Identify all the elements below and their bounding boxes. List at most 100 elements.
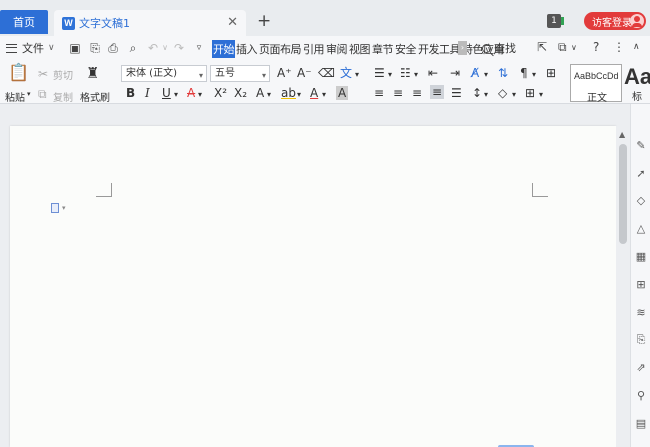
font-family-select[interactable]: 宋体 (正文) ▾ [121, 65, 207, 82]
tab-references[interactable]: 引用 [302, 40, 325, 58]
chevron-down-icon[interactable]: ▾ [267, 88, 271, 102]
scrollbar-thumb[interactable] [619, 144, 627, 244]
chevron-down-icon[interactable]: ▾ [355, 68, 359, 82]
bold-icon[interactable]: B [126, 86, 135, 100]
chevron-down-icon[interactable]: ▾ [414, 68, 418, 82]
paste-icon[interactable]: 📋 [8, 65, 29, 82]
close-icon[interactable]: ✕ [227, 15, 238, 30]
clear-format-icon[interactable]: ⌫ [318, 66, 335, 80]
login-button[interactable]: 访客登录 [584, 12, 646, 30]
numbering-icon[interactable]: ☷ [400, 66, 411, 80]
increase-font-icon[interactable]: A⁺ [277, 66, 292, 80]
file-menu[interactable]: 文件 ∨ [6, 40, 55, 56]
scroll-up-icon[interactable]: ▲ [619, 130, 625, 139]
chevron-down-icon[interactable]: ▾ [62, 204, 66, 212]
cut-icon[interactable]: ✂ [38, 67, 48, 81]
borders-icon[interactable]: ⊞ [525, 86, 535, 100]
cut-label[interactable]: 剪切 [53, 67, 73, 82]
subscript-icon[interactable]: X₂ [234, 86, 247, 100]
tab-page-layout[interactable]: 页面布局 [258, 40, 302, 58]
sort-icon[interactable]: ⇅ [498, 66, 508, 80]
style-heading[interactable]: Aa 标 [624, 64, 650, 103]
decrease-indent-icon[interactable]: ⇤ [428, 66, 438, 80]
paste-dropdown-icon[interactable]: ▾ [27, 90, 31, 98]
char-shading-icon[interactable]: A [336, 86, 349, 100]
hierarchy-icon[interactable]: ⚲ [635, 390, 647, 402]
align-center-icon[interactable]: ≡ [393, 86, 403, 100]
bullets-icon[interactable]: ☰ [374, 66, 385, 80]
pinyin-guide-icon[interactable]: 文 [340, 66, 352, 80]
search-button[interactable]: 查找 [482, 40, 516, 56]
chinese-layout-icon[interactable]: A̸ [471, 66, 479, 80]
font-size-select[interactable]: 五号 ▾ [210, 65, 270, 82]
style-icon[interactable]: △ [635, 223, 647, 235]
document-icon[interactable]: ⎘ [635, 334, 647, 346]
chevron-down-icon[interactable]: ▾ [388, 68, 392, 82]
paragraph-layout-icon[interactable] [51, 203, 59, 213]
chevron-down-icon[interactable]: ▾ [484, 68, 488, 82]
distributed-icon[interactable]: ☰ [451, 86, 462, 100]
copy-label[interactable]: 复制 [53, 89, 73, 104]
text-effects-icon[interactable]: A [256, 86, 264, 100]
tab-section[interactable]: 章节 [371, 40, 394, 58]
tab-developer[interactable]: 开发工具 [417, 40, 461, 58]
chevron-down-icon[interactable]: ▾ [297, 88, 301, 102]
chevron-down-icon[interactable]: ▾ [174, 88, 178, 102]
tab-home-ribbon[interactable]: 开始 [212, 40, 235, 58]
document-page[interactable]: ▾ [10, 126, 616, 447]
italic-icon[interactable]: I [145, 86, 150, 100]
format-painter-label[interactable]: 格式刷 [80, 89, 110, 104]
paragraph-icon[interactable]: ¶ [520, 66, 528, 80]
paste-label[interactable]: 粘贴 [5, 89, 25, 104]
strikethrough-icon[interactable]: A [187, 86, 195, 100]
underline-icon[interactable]: U [162, 86, 171, 100]
tab-review[interactable]: 审阅 [325, 40, 348, 58]
shapes-icon[interactable]: ◇ [635, 195, 647, 207]
style-normal[interactable]: AaBbCcDd 正文 [570, 64, 622, 104]
superscript-icon[interactable]: X² [214, 86, 227, 100]
undo-dropdown-icon[interactable]: ∨ [158, 41, 172, 55]
chevron-down-icon[interactable]: ∨ [571, 43, 577, 52]
help-icon[interactable]: ? [593, 40, 599, 54]
vertical-scrollbar[interactable]: ▲ [616, 126, 630, 447]
highlight-icon[interactable]: ab [281, 86, 296, 100]
select-icon[interactable]: ➚ [635, 168, 647, 180]
adjust-icon[interactable]: ≋ [635, 307, 647, 319]
tab-security[interactable]: 安全 [394, 40, 417, 58]
customize-toolbar-icon[interactable]: ▿ [192, 41, 206, 55]
apps-grid-icon[interactable]: ⊞ [635, 279, 647, 291]
print-icon[interactable]: ⎙ [106, 41, 120, 55]
chevron-down-icon[interactable]: ▾ [198, 88, 202, 102]
print-preview-icon[interactable]: ⌕ [126, 41, 140, 55]
tab-home[interactable]: 首页 [0, 10, 48, 34]
tab-document[interactable]: W 文字文稿1 ✕ [54, 10, 246, 36]
format-painter-icon[interactable]: ♜ [86, 66, 99, 81]
export-pdf-icon[interactable]: ⎘ [88, 41, 102, 55]
chevron-down-icon[interactable]: ▾ [322, 88, 326, 102]
increase-indent-icon[interactable]: ⇥ [450, 66, 460, 80]
chevron-down-icon[interactable]: ▾ [484, 88, 488, 102]
more-options-icon[interactable]: ⋮ [613, 40, 625, 54]
chevron-down-icon[interactable]: ▾ [539, 88, 543, 102]
window-count-badge[interactable]: 1 [547, 14, 564, 28]
tab-insert[interactable]: 插入 [235, 40, 258, 58]
copy-icon[interactable]: ⧉ [38, 87, 47, 101]
archive-icon[interactable]: ▤ [635, 418, 647, 430]
share-icon[interactable]: ⇗ [635, 362, 647, 374]
save-icon[interactable]: ▣ [68, 41, 82, 55]
shading-icon[interactable]: ◇ [498, 86, 507, 100]
chevron-down-icon[interactable]: ▾ [512, 88, 516, 102]
line-spacing-icon[interactable]: ↕ [472, 86, 482, 100]
new-tab-button[interactable]: + [257, 12, 271, 30]
more-tabs-icon[interactable]: › [458, 41, 467, 55]
align-left-icon[interactable]: ≡ [374, 86, 384, 100]
chevron-down-icon[interactable]: ▾ [532, 68, 536, 82]
collapse-ribbon-icon[interactable]: ∧ [633, 42, 640, 52]
font-color-icon[interactable]: A [310, 86, 318, 100]
redo-icon[interactable]: ↷ [172, 41, 186, 55]
pen-icon[interactable]: ✎ [635, 140, 647, 152]
table-icon[interactable]: ▦ [635, 251, 647, 263]
collaborate-icon[interactable]: ⧉ [558, 40, 567, 55]
justify-icon[interactable]: ≡ [430, 85, 445, 99]
decrease-font-icon[interactable]: A⁻ [297, 66, 312, 80]
